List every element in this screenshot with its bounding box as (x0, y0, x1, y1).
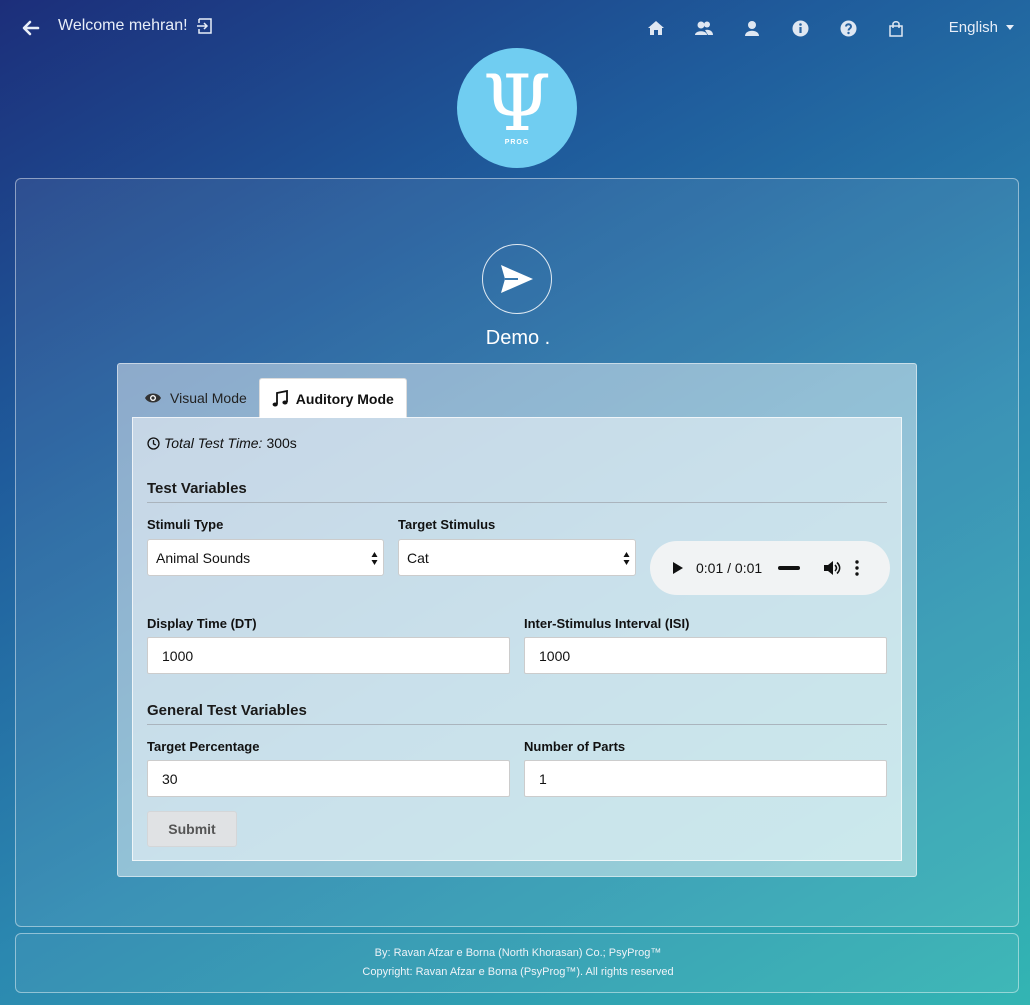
psyprog-logo: Ψ PROG (457, 48, 577, 168)
logout-icon[interactable] (196, 17, 214, 35)
language-label: English (948, 19, 998, 36)
users-icon[interactable] (680, 18, 728, 38)
clock-icon (147, 436, 160, 450)
main-panel: Demo . Visual Mode Auditory Mode Total T… (15, 178, 1019, 927)
nav-icons (632, 18, 920, 38)
stimuli-type-label: Stimuli Type (147, 517, 224, 532)
number-of-parts-label: Number of Parts (524, 739, 626, 754)
display-time-input[interactable]: 1000 (147, 637, 510, 674)
volume-icon[interactable] (823, 560, 841, 576)
section-test-variables: Test Variables (147, 480, 887, 503)
footer: By: Ravan Afzar e Borna (North Khorasan)… (15, 933, 1019, 993)
total-time-value: 300s (266, 435, 297, 451)
footer-copyright: Copyright: Ravan Afzar e Borna (PsyProg™… (362, 966, 674, 978)
shop-icon[interactable] (872, 18, 920, 38)
chevron-down-icon (1006, 25, 1014, 30)
display-time-label: Display Time (DT) (147, 616, 257, 631)
section-general-test-variables: General Test Variables (147, 702, 887, 725)
isi-input[interactable]: 1000 (524, 637, 887, 674)
welcome-message: Welcome mehran! (58, 17, 214, 35)
submit-button[interactable]: Submit (147, 811, 237, 847)
welcome-text: Welcome mehran! (58, 17, 188, 34)
target-stimulus-value: Cat (407, 549, 429, 566)
tab-visual-mode-label: Visual Mode (170, 390, 247, 406)
audio-time: 0:01 / 0:01 (696, 560, 763, 576)
stimuli-type-value: Animal Sounds (156, 549, 251, 566)
select-arrows-icon (623, 552, 630, 565)
logo-text: PROG (504, 138, 530, 146)
target-percentage-label: Target Percentage (147, 739, 260, 754)
number-of-parts-input[interactable]: 1 (524, 760, 887, 797)
audio-progress-bar[interactable] (778, 566, 801, 570)
test-settings-card: Visual Mode Auditory Mode Total Test Tim… (117, 363, 917, 877)
tab-visual-mode[interactable]: Visual Mode (132, 378, 259, 418)
info-icon[interactable] (776, 18, 824, 38)
back-arrow-icon[interactable] (20, 17, 42, 39)
page-title: Demo . (485, 327, 551, 349)
mode-tabs: Visual Mode Auditory Mode (132, 378, 407, 418)
target-percentage-input[interactable]: 30 (147, 760, 510, 797)
audio-player: 0:01 / 0:01 (650, 541, 890, 595)
total-test-time: Total Test Time: 300s (147, 435, 297, 451)
home-icon[interactable] (632, 18, 680, 38)
tab-auditory-mode[interactable]: Auditory Mode (258, 378, 407, 418)
music-icon (272, 389, 288, 406)
total-time-label: Total Test Time: (164, 435, 263, 451)
tab-auditory-mode-label: Auditory Mode (295, 390, 394, 407)
language-dropdown[interactable]: English (949, 19, 1014, 36)
logo-symbol: Ψ (482, 58, 552, 149)
isi-label: Inter-Stimulus Interval (ISI) (524, 616, 690, 631)
target-stimulus-select[interactable]: Cat (398, 539, 636, 576)
target-stimulus-label: Target Stimulus (398, 517, 496, 532)
send-icon (482, 244, 552, 314)
select-arrows-icon (371, 552, 378, 565)
play-icon[interactable] (672, 561, 684, 575)
more-options-icon[interactable] (855, 560, 859, 576)
user-icon[interactable] (728, 18, 776, 38)
help-icon[interactable] (824, 18, 872, 38)
auditory-mode-panel: Total Test Time: 300s Test Variables Sti… (132, 417, 902, 861)
stimuli-type-select[interactable]: Animal Sounds (147, 539, 384, 576)
footer-credits: By: Ravan Afzar e Borna (North Khorasan)… (374, 947, 662, 959)
eye-icon (145, 393, 161, 403)
